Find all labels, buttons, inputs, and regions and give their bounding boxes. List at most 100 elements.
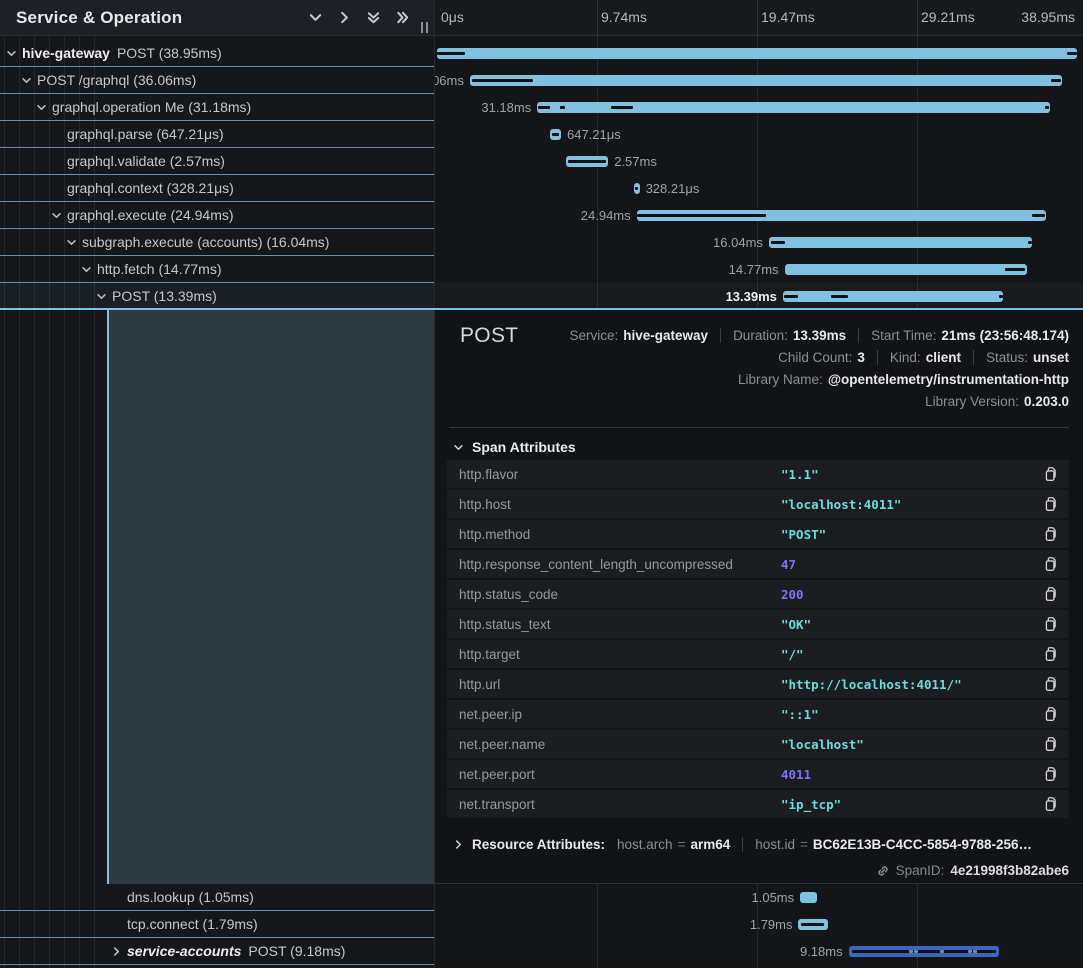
chevron-down-icon[interactable] xyxy=(6,48,17,59)
span-duration-text: 14.77ms xyxy=(729,262,779,277)
copy-icon[interactable] xyxy=(1042,556,1057,572)
copy-icon[interactable] xyxy=(1042,466,1057,482)
span-duration-bar[interactable] xyxy=(800,892,817,903)
collapse-all-icon[interactable] xyxy=(366,10,381,25)
span-row[interactable]: graphql.validate (2.57ms) xyxy=(0,148,434,175)
span-operation-label: graphql.operation Me (31.18ms) xyxy=(52,99,251,115)
critical-path-segment xyxy=(437,52,465,55)
attribute-value: "localhost:4011" xyxy=(781,497,901,512)
attribute-key: net.peer.port xyxy=(459,767,781,782)
timeline-tick-label: 0μs xyxy=(441,9,464,25)
span-operation-label: POST /graphql (36.06ms) xyxy=(37,72,196,88)
span-row[interactable]: subgraph.execute (accounts) (16.04ms) xyxy=(0,229,434,256)
copy-icon[interactable] xyxy=(1042,796,1057,812)
span-bar-row[interactable]: 328.21μs xyxy=(435,175,1083,202)
span-duration-bar[interactable] xyxy=(785,264,1028,275)
panel-divider[interactable] xyxy=(434,0,435,968)
span-bar-row[interactable]: 2.57ms xyxy=(435,148,1083,175)
attribute-value: "::1" xyxy=(781,707,819,722)
copy-icon[interactable] xyxy=(1042,586,1057,602)
resource-attributes-toggle[interactable]: Resource Attributes: host.arch=arm64host… xyxy=(453,837,1032,852)
attribute-value: 4011 xyxy=(781,767,811,782)
chevron-down-icon[interactable] xyxy=(36,102,47,113)
span-duration-text: 16.04ms xyxy=(713,235,763,250)
chevron-right-icon xyxy=(453,839,464,850)
span-row[interactable]: graphql.parse (647.21μs) xyxy=(0,121,434,148)
span-attributes-toggle[interactable]: Span Attributes xyxy=(453,439,576,455)
timeline-ruler[interactable]: 0μs9.74ms19.47ms29.21ms38.95ms xyxy=(435,0,1083,36)
span-row[interactable]: graphql.execute (24.94ms) xyxy=(0,202,434,229)
attribute-row: http.target"/" xyxy=(447,640,1069,668)
span-bar-row[interactable]: 9.18ms xyxy=(435,938,1083,965)
collapse-one-icon[interactable] xyxy=(308,10,323,25)
span-bar-row[interactable]: 36.06ms xyxy=(435,67,1083,94)
bar-marker-dot xyxy=(968,950,972,953)
attribute-key: http.response_content_length_uncompresse… xyxy=(459,557,781,572)
attribute-row: http.flavor"1.1" xyxy=(447,460,1069,488)
attribute-row: http.url"http://localhost:4011/" xyxy=(447,670,1069,698)
span-bar-row[interactable]: 1.79ms xyxy=(435,911,1083,938)
span-bar-row[interactable]: 31.18ms xyxy=(435,94,1083,121)
expand-one-icon[interactable] xyxy=(337,10,352,25)
attribute-row: http.host"localhost:4011" xyxy=(447,490,1069,518)
chevron-down-icon[interactable] xyxy=(81,264,92,275)
span-duration-bar[interactable] xyxy=(769,237,1033,248)
detail-meta-item: Library Name:@opentelemetry/instrumentat… xyxy=(738,372,1069,387)
span-operation-label: graphql.context (328.21μs) xyxy=(67,180,234,196)
span-bar-row[interactable]: 647.21μs xyxy=(435,121,1083,148)
span-row[interactable]: tcp.connect (1.79ms) xyxy=(0,911,434,938)
attribute-row: net.peer.port4011 xyxy=(447,760,1069,788)
span-row[interactable]: hive-gatewayPOST (38.95ms) xyxy=(0,40,434,67)
span-bar-row[interactable]: 24.94ms xyxy=(435,202,1083,229)
chevron-down-icon[interactable] xyxy=(51,210,62,221)
critical-path-segment xyxy=(1045,106,1049,109)
span-row[interactable]: http.fetch (14.77ms) xyxy=(0,256,434,283)
chevron-down-icon[interactable] xyxy=(21,75,32,86)
column-resizer-grip[interactable] xyxy=(421,22,428,33)
span-row[interactable]: POST /graphql (36.06ms) xyxy=(0,67,434,94)
span-row[interactable]: dns.lookup (1.05ms) xyxy=(0,884,434,911)
critical-path-segment xyxy=(1032,214,1045,217)
span-bar-row[interactable]: 38.95ms xyxy=(435,40,1083,67)
span-service-name: service-accounts xyxy=(127,943,241,959)
detail-meta-line: Service:hive-gatewayDuration:13.39msStar… xyxy=(569,324,1069,346)
critical-path-segment xyxy=(560,106,565,109)
span-duration-bar[interactable] xyxy=(783,291,1003,302)
expand-all-icon[interactable] xyxy=(395,10,410,25)
attribute-value: "1.1" xyxy=(781,467,819,482)
copy-icon[interactable] xyxy=(1042,526,1057,542)
copy-icon[interactable] xyxy=(1042,676,1057,692)
timeline-panel: 0μs9.74ms19.47ms29.21ms38.95ms 38.95ms36… xyxy=(435,0,1083,968)
span-duration-bar[interactable] xyxy=(437,48,1077,59)
copy-icon[interactable] xyxy=(1042,706,1057,722)
copy-icon[interactable] xyxy=(1042,616,1057,632)
copy-icon[interactable] xyxy=(1042,736,1057,752)
attribute-row: http.status_code200 xyxy=(447,580,1069,608)
link-icon[interactable] xyxy=(876,864,890,878)
span-operation-label: graphql.execute (24.94ms) xyxy=(67,207,234,223)
span-id-row: SpanID: 4e21998f3b82abe6 xyxy=(876,863,1069,878)
critical-path-segment xyxy=(637,214,766,217)
span-row[interactable]: POST (13.39ms) xyxy=(0,283,434,310)
attribute-value: "/" xyxy=(781,647,804,662)
span-duration-bar[interactable] xyxy=(470,75,1063,86)
critical-path-segment xyxy=(1051,79,1062,82)
attribute-value: 47 xyxy=(781,557,796,572)
span-bar-row[interactable]: 14.77ms xyxy=(435,256,1083,283)
span-duration-text: 36.06ms xyxy=(435,73,464,88)
attribute-key: http.flavor xyxy=(459,467,781,482)
chevron-right-icon[interactable] xyxy=(111,946,122,957)
span-bar-row[interactable]: 16.04ms xyxy=(435,229,1083,256)
span-row[interactable]: graphql.context (328.21μs) xyxy=(0,175,434,202)
chevron-down-icon[interactable] xyxy=(96,291,107,302)
timeline-tick-label: 19.47ms xyxy=(761,9,815,25)
span-row[interactable]: service-accountsPOST (9.18ms) xyxy=(0,938,434,965)
chevron-down-icon[interactable] xyxy=(66,237,77,248)
copy-icon[interactable] xyxy=(1042,766,1057,782)
span-bar-row[interactable]: 1.05ms xyxy=(435,884,1083,911)
span-row[interactable]: graphql.operation Me (31.18ms) xyxy=(0,94,434,121)
copy-icon[interactable] xyxy=(1042,646,1057,662)
timeline-tick-label: 29.21ms xyxy=(921,9,975,25)
span-bar-row[interactable]: 13.39ms xyxy=(435,283,1083,310)
copy-icon[interactable] xyxy=(1042,496,1057,512)
